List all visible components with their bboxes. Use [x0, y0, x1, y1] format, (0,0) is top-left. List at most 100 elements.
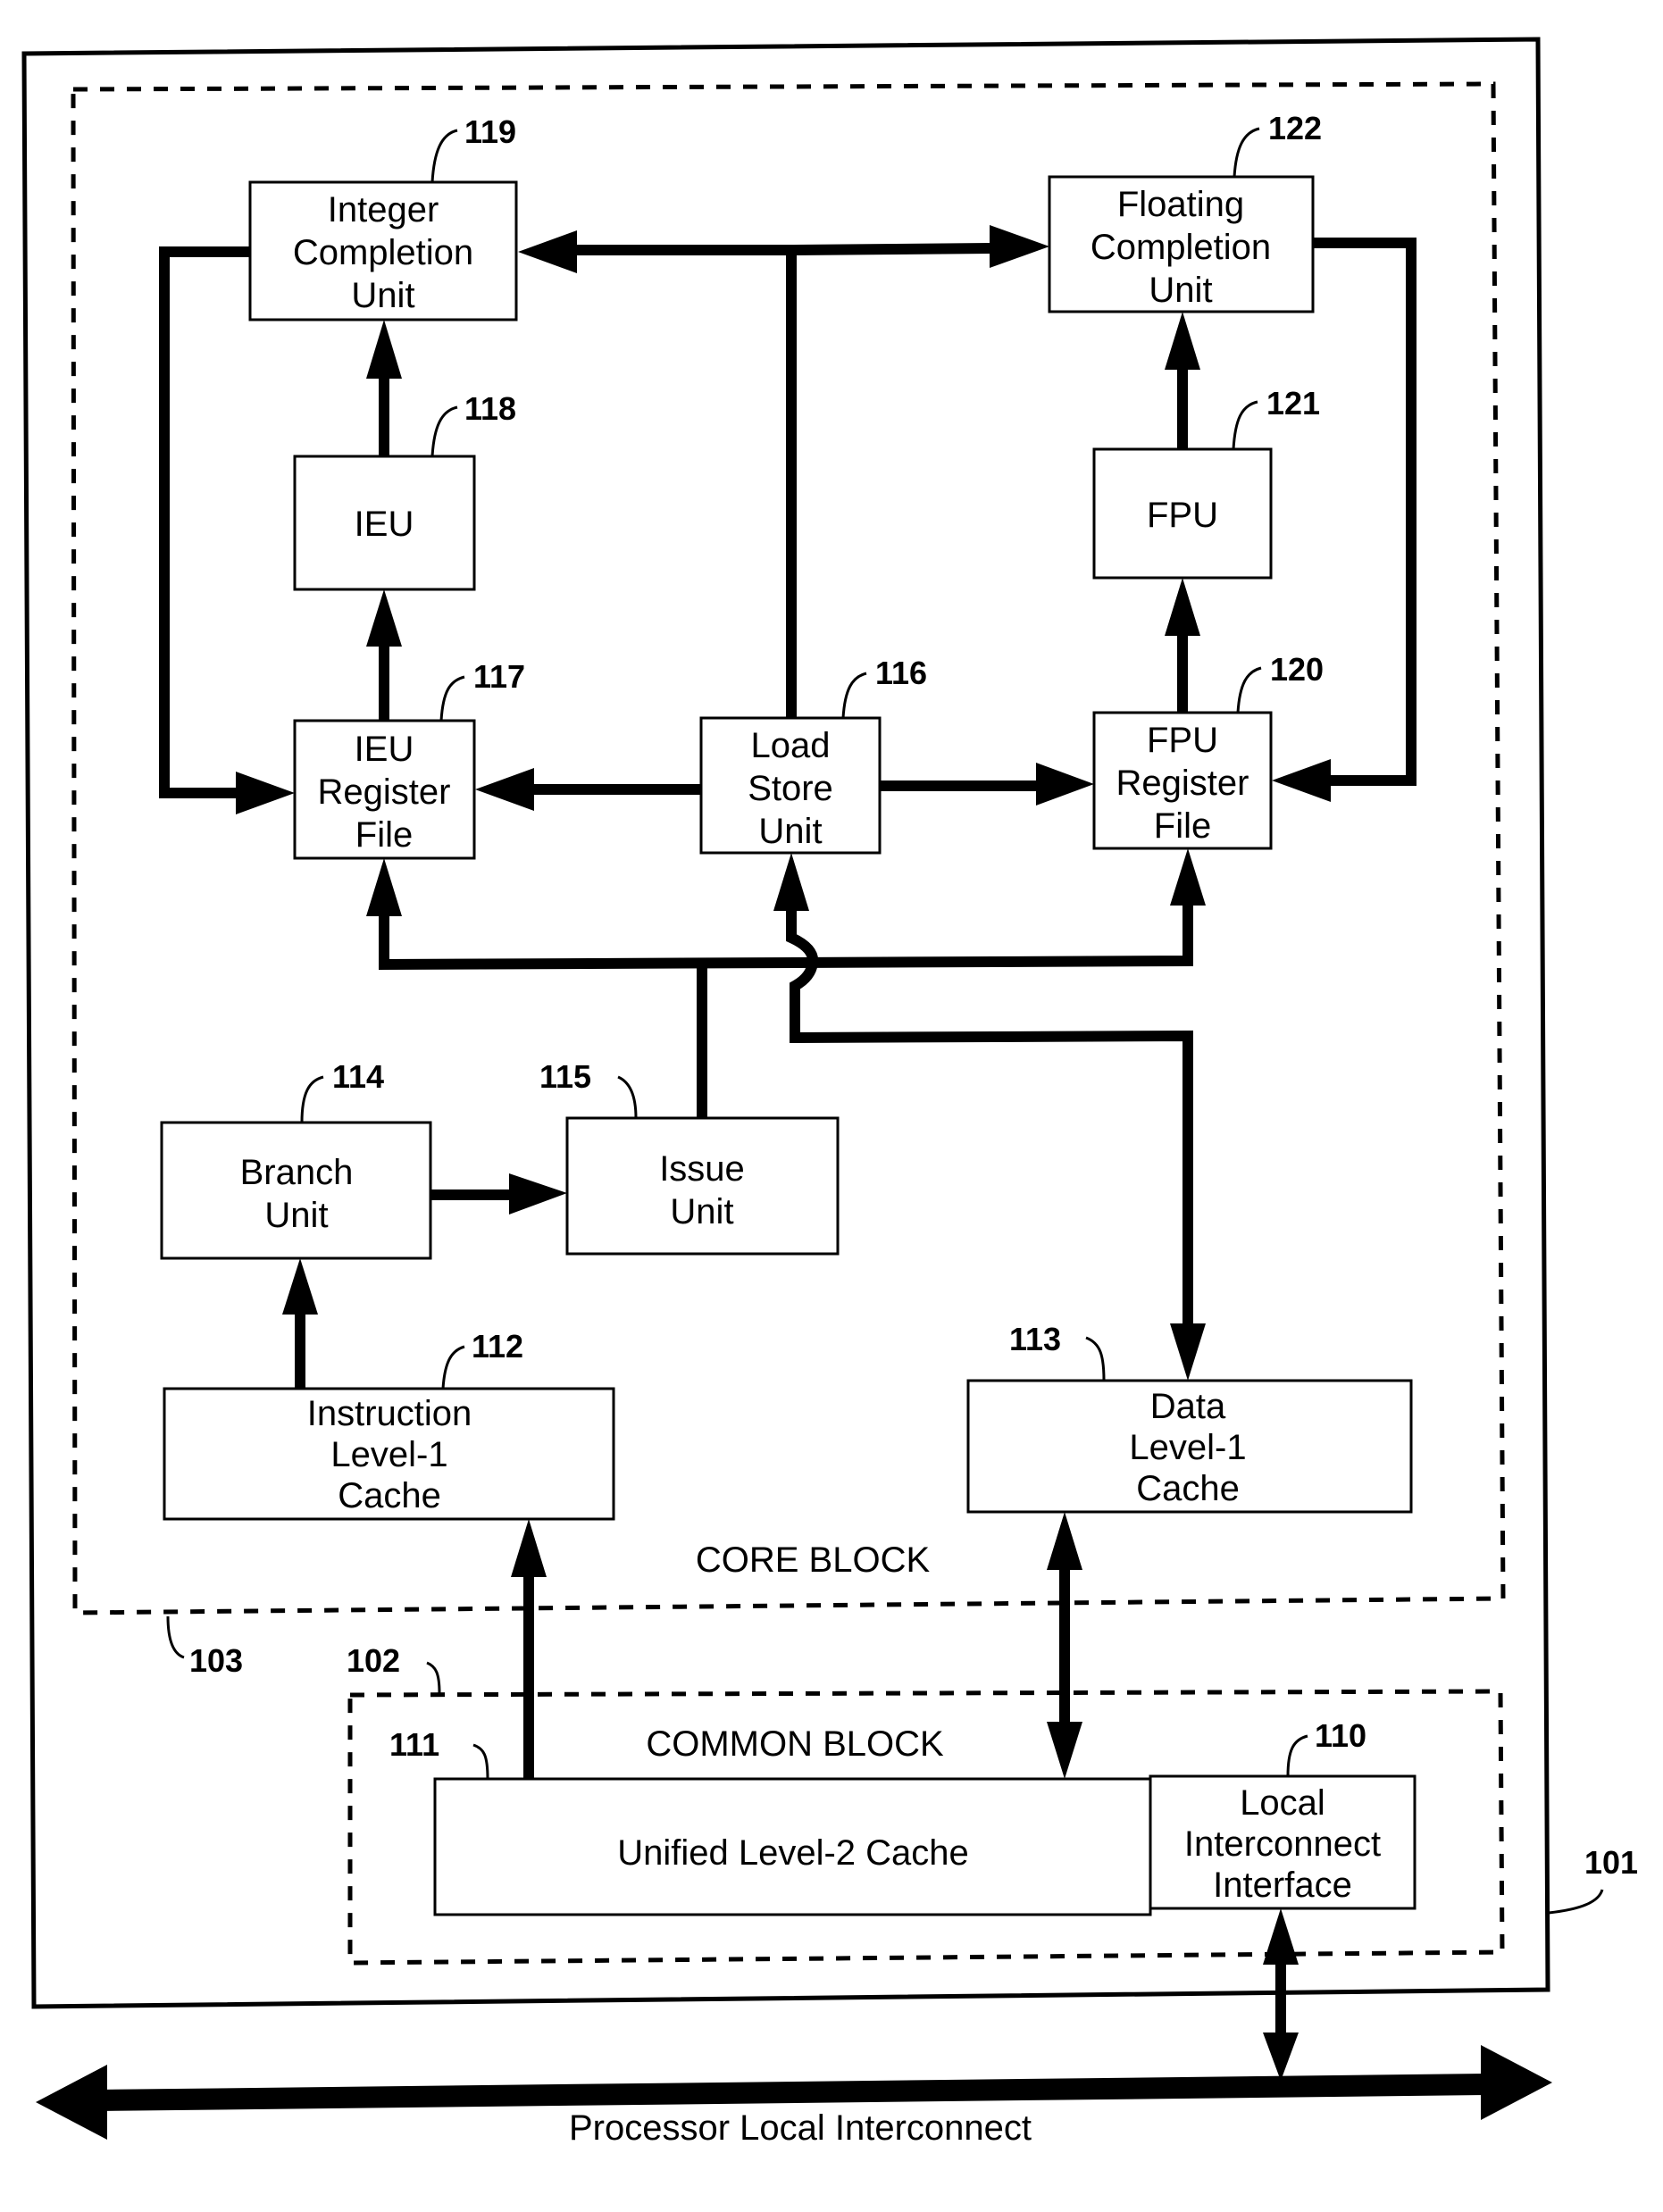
ref-112: 112	[472, 1328, 523, 1365]
ref-114: 114	[332, 1058, 384, 1095]
leader-119	[430, 129, 458, 183]
unified-l2-cache: Unified Level-2 Cache	[433, 1777, 1152, 1916]
arrowhead-bus-top	[1263, 2033, 1299, 2081]
leader-118	[430, 405, 458, 457]
data-l1-cache-line-2: Level-1	[1129, 1428, 1246, 1467]
arrowhead-issue-left	[509, 1173, 567, 1215]
arrowhead-fpu-rf-right	[1272, 759, 1331, 802]
arrowhead-fpu-rf-bottom	[1170, 848, 1206, 906]
load-store-unit-line-2: Store	[748, 769, 833, 808]
ieu: IEU	[293, 455, 476, 591]
data-l1-cache: Data Level-1 Cache	[966, 1379, 1413, 1514]
unified-l2-cache-label: Unified Level-2 Cache	[617, 1833, 969, 1873]
ref-103: 103	[189, 1642, 243, 1679]
leader-110	[1286, 1734, 1308, 1777]
arrowhead-ieu-rf-left	[236, 772, 295, 814]
fpu-label: FPU	[1147, 496, 1218, 535]
ref-113: 113	[1009, 1321, 1061, 1357]
arrowhead-fpu-bottom	[1165, 578, 1200, 636]
integer-completion-unit-line-3: Unit	[351, 276, 414, 315]
floating-completion-unit-line-3: Unit	[1149, 271, 1212, 310]
ieu-register-file-line-3: File	[355, 815, 413, 855]
instruction-l1-cache-line-1: Instruction	[307, 1394, 472, 1433]
branch-unit-line-1: Branch	[240, 1153, 354, 1192]
arrowhead-ieu-rf-bottom	[366, 858, 402, 916]
ref-119: 119	[464, 113, 516, 150]
ref-111: 111	[389, 1726, 439, 1763]
arrowhead-floating-cu	[990, 225, 1049, 268]
arrowhead-ieu-rf-right	[475, 768, 534, 811]
local-interconnect-interface-line-1: Local	[1240, 1783, 1325, 1823]
processor-block-diagram: Integer Completion Unit Floating Complet…	[21, 37, 1638, 2148]
processor-local-interconnect-bus	[97, 2074, 1489, 2111]
ref-102: 102	[347, 1642, 400, 1679]
arrowhead-l2-top	[1047, 1722, 1082, 1779]
arrowhead-il1-bottom	[511, 1519, 547, 1577]
instruction-l1-cache-line-2: Level-1	[330, 1435, 447, 1474]
wire-floating-cu-loop	[1313, 238, 1416, 786]
load-store-unit-line-1: Load	[751, 726, 831, 765]
ref-115: 115	[539, 1058, 591, 1095]
ref-118: 118	[464, 390, 516, 427]
arrowhead-bus-right	[1481, 2045, 1552, 2120]
load-store-unit-line-3: Unit	[758, 812, 822, 851]
arrowhead-icu-bottom	[366, 320, 402, 379]
ieu-register-file-line-1: IEU	[355, 730, 414, 769]
floating-completion-unit: Floating Completion Unit	[1048, 175, 1315, 313]
fpu-register-file-line-3: File	[1154, 806, 1211, 846]
data-l1-cache-line-3: Cache	[1136, 1469, 1240, 1508]
issue-unit-line-2: Unit	[670, 1192, 733, 1231]
leader-116	[841, 672, 867, 719]
arrowhead-bus-left	[36, 2065, 107, 2140]
local-interconnect-interface-line-2: Interconnect	[1184, 1824, 1381, 1864]
leader-111	[472, 1743, 489, 1780]
ref-117: 117	[473, 658, 525, 695]
local-interconnect-interface-line-3: Interface	[1213, 1866, 1352, 1905]
integer-completion-unit: Integer Completion Unit	[248, 180, 518, 321]
branch-unit-line-2: Unit	[264, 1196, 328, 1235]
wire-integer-cu-loop	[159, 246, 250, 798]
ieu-register-file: IEU Register File	[293, 719, 476, 860]
leader-115	[617, 1075, 638, 1119]
leader-101	[1548, 1889, 1604, 1915]
fpu: FPU	[1092, 447, 1273, 580]
leader-121	[1232, 400, 1258, 450]
arrowhead-integer-cu	[518, 230, 577, 273]
arrowhead-lsu-bottom	[773, 853, 809, 911]
wire-to-floating-cu	[790, 243, 992, 255]
leader-102	[426, 1661, 441, 1694]
ieu-label: IEU	[355, 505, 414, 544]
ref-122: 122	[1268, 110, 1322, 146]
leader-122	[1233, 127, 1260, 178]
common-block-label: COMMON BLOCK	[646, 1724, 944, 1764]
floating-completion-unit-line-2: Completion	[1091, 228, 1271, 267]
leader-120	[1236, 666, 1262, 714]
issue-unit: Issue Unit	[565, 1116, 840, 1256]
load-store-unit: Load Store Unit	[699, 716, 882, 855]
instruction-l1-cache: Instruction Level-1 Cache	[163, 1387, 615, 1521]
integer-completion-unit-line-1: Integer	[328, 190, 439, 230]
arrowhead-ieu-bottom	[366, 589, 402, 647]
data-l1-cache-line-1: Data	[1150, 1387, 1226, 1426]
bus-label: Processor Local Interconnect	[569, 2108, 1032, 2148]
arrowhead-lii-bottom	[1263, 1908, 1299, 1965]
ref-101: 101	[1584, 1844, 1638, 1881]
wire-lsu-data-bus	[786, 909, 1193, 1327]
fpu-register-file-line-2: Register	[1116, 764, 1249, 803]
ieu-register-file-line-2: Register	[318, 772, 451, 812]
arrowhead-fpu-rf-left	[1036, 763, 1094, 806]
ref-110: 110	[1315, 1717, 1366, 1754]
issue-unit-line-1: Issue	[659, 1149, 745, 1189]
branch-unit: Branch Unit	[160, 1121, 432, 1260]
arrowhead-branch-bottom	[282, 1258, 318, 1315]
fpu-register-file-line-1: FPU	[1147, 721, 1218, 760]
leader-114	[300, 1075, 324, 1123]
arrowhead-fcu-bottom	[1165, 312, 1200, 370]
arrowhead-data-l1-top	[1170, 1323, 1206, 1381]
integer-completion-unit-line-2: Completion	[293, 233, 473, 272]
leader-117	[439, 675, 465, 722]
local-interconnect-interface: Local Interconnect Interface	[1149, 1774, 1416, 1910]
fpu-register-file: FPU Register File	[1092, 711, 1273, 850]
leader-103	[166, 1615, 185, 1659]
ref-116: 116	[875, 655, 927, 691]
